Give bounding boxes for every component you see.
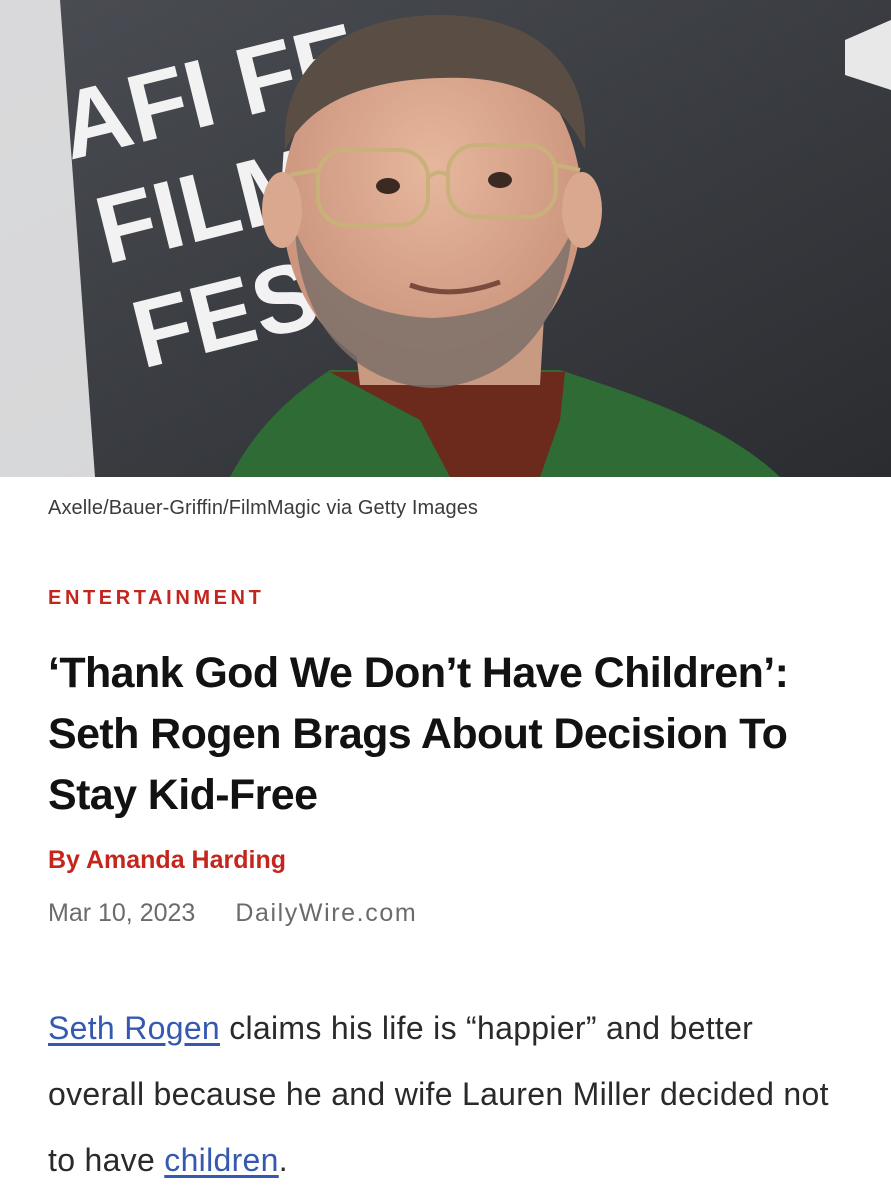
image-caption: Axelle/Bauer-Griffin/FilmMagic via Getty… bbox=[48, 497, 479, 519]
hero-photo-illustration: AFI FE FILM FEST bbox=[0, 0, 891, 477]
article-headline: ‘Thank God We Don’t Have Children’: Seth… bbox=[48, 649, 789, 819]
children-link[interactable]: children bbox=[164, 1142, 278, 1178]
hero-image[interactable]: AFI FE FILM FEST bbox=[0, 0, 891, 477]
article-body-paragraph: Seth Rogen claims his life is “happier” … bbox=[48, 995, 848, 1193]
seth-rogen-link[interactable]: Seth Rogen bbox=[48, 1010, 220, 1046]
article-meta: Mar 10, 2023 DailyWire.com bbox=[48, 899, 417, 928]
body-text-segment-2: . bbox=[278, 1142, 288, 1178]
author-byline[interactable]: By Amanda Harding bbox=[48, 846, 286, 875]
publish-date: Mar 10, 2023 bbox=[48, 899, 196, 927]
source-label: DailyWire.com bbox=[235, 899, 418, 927]
category-label[interactable]: ENTERTAINMENT bbox=[48, 587, 264, 610]
